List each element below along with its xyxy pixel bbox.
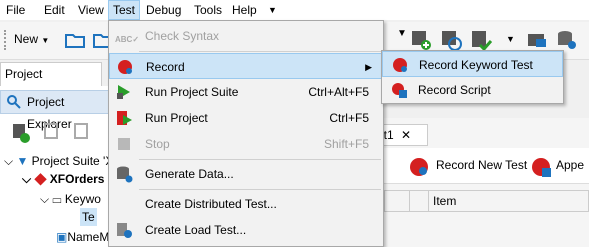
menu-item-label: Record xyxy=(146,60,185,74)
chevron-down-icon[interactable]: ▼ xyxy=(506,34,515,44)
search-icon xyxy=(7,95,21,109)
toolbar-dropdown-icon[interactable]: ▼ xyxy=(397,28,407,39)
target-icon[interactable] xyxy=(440,29,462,51)
generate-data-icon xyxy=(117,166,133,183)
grid-header: Item xyxy=(384,190,589,212)
menu-item-shortcut: Ctrl+Alt+F5 xyxy=(308,85,369,99)
menu-item-create-load-test[interactable]: Create Load Test... xyxy=(109,217,383,243)
menu-file[interactable]: File xyxy=(2,0,29,20)
tree-suite-label: Project Suite 'X xyxy=(31,154,114,168)
menu-edit[interactable]: Edit xyxy=(40,0,69,20)
record-keyword-icon xyxy=(393,58,407,72)
tree-item-project[interactable]: ⌵ ◆ XFOrders xyxy=(22,170,104,188)
run-check-icon[interactable] xyxy=(470,29,492,51)
menu-tools[interactable]: Tools xyxy=(190,0,226,20)
tree-item-test[interactable]: Te xyxy=(80,208,97,226)
tree-project-label: XFOrders xyxy=(49,172,105,186)
project-tree: ⌵ ▼ Project Suite 'X ⌵ ◆ XFOrders ⌵ ▭ Ke… xyxy=(0,150,145,247)
screenshot-icon[interactable] xyxy=(526,29,548,51)
menu-item-run-project[interactable]: Run Project Ctrl+F5 xyxy=(109,105,383,131)
tree-test-label: Te xyxy=(82,210,95,224)
menu-item-label: Create Load Test... xyxy=(145,223,247,237)
menu-separator xyxy=(139,51,381,52)
menu-separator xyxy=(139,159,381,160)
append-button[interactable]: Appe xyxy=(556,158,584,172)
menu-item-create-distributed-test[interactable]: Create Distributed Test... xyxy=(109,191,383,217)
check-syntax-icon: ABC✓ xyxy=(115,35,140,44)
new-button[interactable]: New ▼ xyxy=(14,32,49,46)
record-submenu: Record Keyword Test Record Script xyxy=(381,50,564,104)
record-icon xyxy=(410,158,428,176)
menu-help[interactable]: Help xyxy=(228,0,261,20)
menu-item-run-project-suite[interactable]: Run Project Suite Ctrl+Alt+F5 xyxy=(109,79,383,105)
close-icon[interactable]: ✕ xyxy=(401,128,411,142)
tree-keyword-label: Keywo xyxy=(64,192,101,206)
grid-col-item[interactable]: Item xyxy=(433,194,456,208)
chevron-down-icon: ▼ xyxy=(41,36,50,45)
append-icon xyxy=(532,158,551,177)
database-settings-icon[interactable] xyxy=(556,29,578,51)
menu-debug[interactable]: Debug xyxy=(142,0,185,20)
menu-item-generate-data[interactable]: Generate Data... xyxy=(109,161,383,187)
open-folder-icon[interactable] xyxy=(64,29,86,51)
menu-item-label: Record Script xyxy=(418,83,491,97)
submenu-arrow-icon: ▶ xyxy=(365,62,372,72)
load-test-icon xyxy=(117,223,132,238)
grid-col-blank xyxy=(409,191,429,211)
run-suite-icon xyxy=(117,85,130,99)
menu-item-check-syntax[interactable]: ABC✓ Check Syntax xyxy=(109,23,383,49)
menu-item-label: Check Syntax xyxy=(145,29,220,43)
menu-item-label: Run Project xyxy=(145,111,208,125)
menubar-overflow-icon[interactable]: ▼ xyxy=(264,0,281,20)
tree-item-suite[interactable]: ⌵ ▼ Project Suite 'X xyxy=(4,152,113,170)
record-icon xyxy=(118,60,132,74)
menu-bar: File Edit View Test Debug Tools Help ▼ xyxy=(0,0,589,20)
copy-file-icon[interactable] xyxy=(72,122,94,144)
menu-item-stop[interactable]: Stop Shift+F5 xyxy=(109,131,383,157)
run-project-icon xyxy=(117,111,132,125)
menu-view[interactable]: View xyxy=(74,0,108,20)
menu-item-record[interactable]: Record ▶ xyxy=(109,53,383,79)
menu-item-shortcut: Ctrl+F5 xyxy=(329,111,369,125)
menu-item-label: Stop xyxy=(145,137,170,151)
new-button-label: New xyxy=(14,32,39,46)
record-script-icon xyxy=(392,83,407,98)
menu-test[interactable]: Test xyxy=(108,0,140,20)
toolbar-grip xyxy=(4,30,7,50)
menu-item-shortcut: Shift+F5 xyxy=(323,137,369,151)
stop-icon xyxy=(118,138,130,150)
menu-item-label: Record Keyword Test xyxy=(419,58,533,72)
menu-separator xyxy=(139,189,381,190)
add-file-icon[interactable] xyxy=(42,122,64,144)
tab-project-workspace[interactable]: Project Workspace xyxy=(0,62,102,103)
menu-item-record-script[interactable]: Record Script xyxy=(382,77,563,103)
add-item-icon[interactable] xyxy=(10,122,32,144)
tree-item-keyword-tests[interactable]: ⌵ ▭ Keywo xyxy=(40,190,101,208)
record-new-test-button[interactable]: Record New Test xyxy=(436,158,527,172)
menu-item-record-keyword-test[interactable]: Record Keyword Test xyxy=(382,51,563,77)
menu-item-label: Create Distributed Test... xyxy=(145,197,277,211)
menu-item-label: Run Project Suite xyxy=(145,85,239,99)
menu-item-label: Generate Data... xyxy=(145,167,234,181)
editor-toolbar: Record New Test Appe xyxy=(384,148,589,184)
add-item-icon[interactable] xyxy=(410,29,432,51)
test-menu-dropdown: ABC✓ Check Syntax Record ▶ Run Project S… xyxy=(108,20,384,247)
